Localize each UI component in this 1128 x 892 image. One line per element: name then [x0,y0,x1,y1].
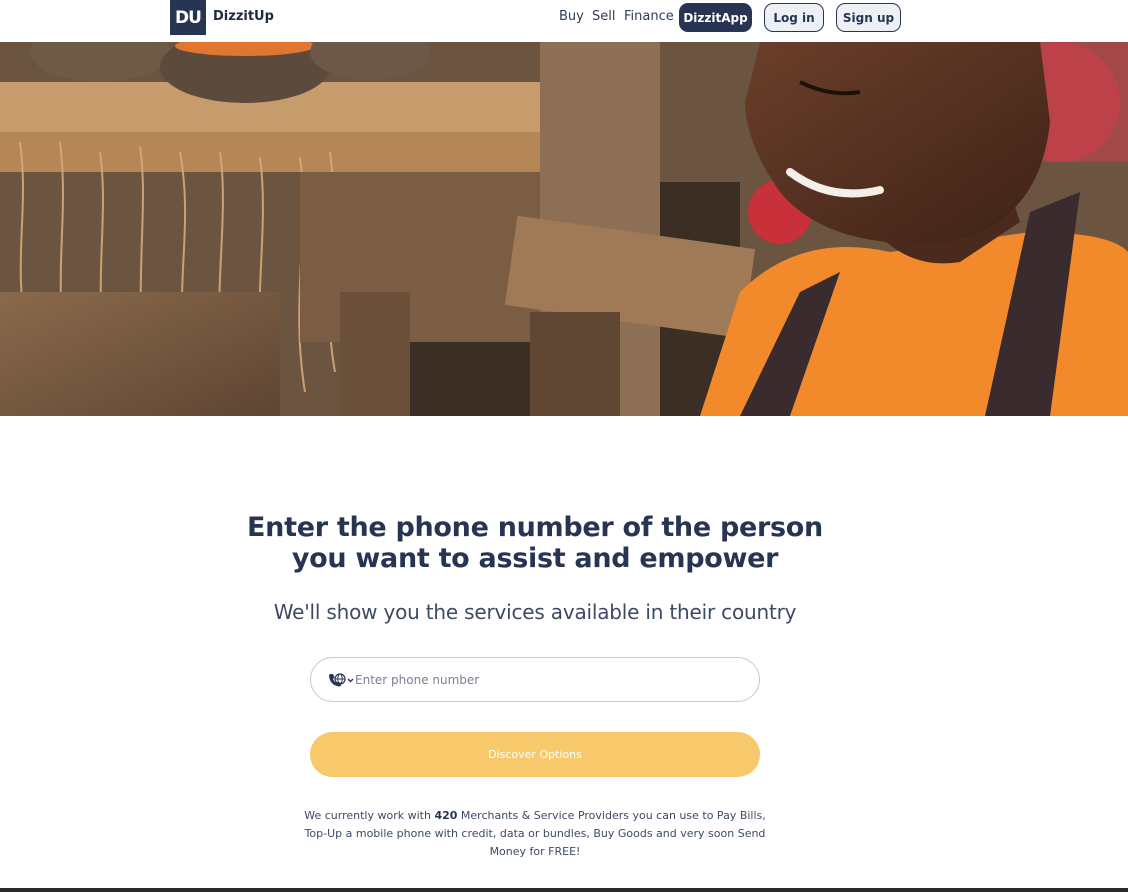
hero-illustration [0,42,1128,416]
phone-input[interactable] [355,668,745,692]
country-selector[interactable] [327,671,355,689]
signup-button[interactable]: Sign up [836,3,901,32]
headline-line-2: you want to assist and empower [291,543,779,574]
merchant-count: 420 [434,809,458,822]
top-navbar: DU DizzitUp Buy Sell Finance DizzitApp L… [0,0,1128,42]
phone-number-field[interactable] [310,657,760,702]
headline-line-1: Enter the phone number of the person [247,512,823,543]
info-text-pre: We currently work with [304,809,435,822]
page-subheading: We'll show you the services available in… [273,600,797,624]
logo[interactable]: DU [170,0,206,35]
bottom-divider [0,888,1128,892]
hero-image [0,42,1128,416]
login-button[interactable]: Log in [764,3,824,32]
chevron-down-icon [347,678,354,683]
nav-buy-link[interactable]: Buy [559,9,584,24]
logo-text: DU [175,7,202,28]
dizzitapp-button[interactable]: DizzitApp [679,3,752,32]
merchants-info: We currently work with 420 Merchants & S… [300,807,770,861]
brand-name[interactable]: DizzitUp [213,9,274,24]
nav-finance-link[interactable]: Finance [624,9,674,24]
page-headline: Enter the phone number of the person you… [214,512,856,574]
phone-globe-icon [329,673,346,687]
nav-sell-link[interactable]: Sell [592,9,615,24]
discover-options-button[interactable]: Discover Options [310,732,760,777]
